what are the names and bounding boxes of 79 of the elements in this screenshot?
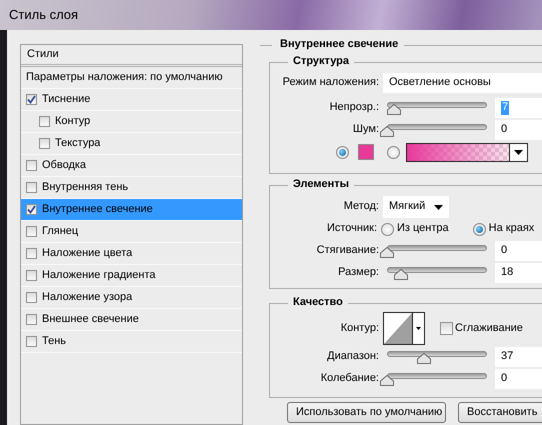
radio-option[interactable]: На краях (472, 222, 534, 236)
field-label: Метод: (342, 200, 380, 214)
window-title: Стиль слоя (9, 7, 78, 23)
section-title: Внутреннее свечение (279, 38, 400, 52)
item-label: Наложение градиента (42, 268, 156, 282)
list-item-row[interactable]: Наложение градиента (21, 265, 242, 287)
contour-picker[interactable] (383, 312, 425, 345)
radio-button[interactable] (336, 146, 349, 158)
list-item-row[interactable]: Наложение цвета (21, 243, 242, 265)
field-label: Шум: (352, 123, 380, 137)
checkbox[interactable] (39, 116, 50, 127)
item-label: Контур (55, 114, 90, 128)
gradient-picker[interactable] (406, 142, 528, 162)
item-label: Внешнее свечение (42, 312, 139, 326)
dialog-button[interactable]: Восстановить (458, 402, 542, 423)
checkbox[interactable] (26, 248, 37, 259)
caret-icon[interactable] (416, 327, 421, 330)
slider-thumb[interactable] (394, 269, 408, 280)
field-label: Режим наложения: (282, 76, 380, 90)
checkbox-option[interactable]: Сглаживание (440, 322, 523, 336)
dropdown-value: Мягкий (389, 200, 426, 214)
field-label: Диапазон: (326, 350, 380, 364)
item-label: Наложение узора (42, 290, 132, 304)
checkbox[interactable] (26, 292, 37, 303)
checkbox[interactable] (26, 314, 37, 325)
item-label: Тиснение (42, 92, 90, 106)
number-field[interactable]: 37 (495, 347, 542, 367)
list-item-row[interactable]: Тиснение (21, 89, 242, 111)
caret-icon (434, 204, 443, 210)
list-item-row[interactable]: Внутреннее свечение (21, 199, 242, 221)
blend-mode-field[interactable]: Осветление основы (383, 73, 542, 93)
group-title: Структура (288, 55, 354, 68)
checkbox[interactable] (26, 270, 37, 281)
method-dropdown[interactable]: Мягкий (383, 196, 449, 218)
number-field[interactable]: 18 (495, 263, 542, 283)
list-item-row[interactable]: Тень (21, 331, 242, 353)
item-label: Текстура (55, 136, 100, 150)
field-label: Источник: (326, 222, 378, 236)
panel-header: Стили (27, 48, 59, 62)
color-swatch[interactable] (358, 144, 374, 160)
slider-thumb[interactable] (380, 126, 394, 137)
list-item[interactable]: Параметры наложения: по умолчанию (26, 70, 223, 84)
list-item-row[interactable]: Контур (21, 111, 242, 133)
checkbox[interactable] (26, 160, 37, 171)
number-field[interactable]: 0 (495, 369, 542, 389)
list-item-row[interactable]: Наложение узора (21, 287, 242, 309)
item-label: Глянец (42, 224, 78, 238)
dropdown-icon[interactable] (514, 150, 523, 154)
field-label: Колебание: (320, 372, 380, 386)
radio-option[interactable]: Из центра (381, 222, 449, 236)
item-label: Обводка (42, 158, 86, 172)
radio-button[interactable] (472, 222, 486, 236)
checkbox[interactable] (26, 226, 37, 237)
number-field[interactable]: 0 (495, 241, 542, 261)
slider-thumb[interactable] (380, 247, 394, 258)
checkbox[interactable] (26, 182, 37, 193)
item-label: Тень (42, 334, 66, 348)
slider-thumb[interactable] (387, 104, 401, 115)
field-label: Непрозр.: (328, 101, 380, 115)
list-item-row[interactable]: Текстура (21, 133, 242, 155)
field-label: Контур: (340, 322, 380, 336)
checkbox[interactable] (26, 94, 37, 105)
checkbox[interactable] (39, 138, 50, 149)
item-label: Внутреннее свечение (42, 202, 153, 216)
item-label: Внутренняя тень (42, 180, 128, 194)
item-label: Наложение цвета (42, 246, 132, 260)
radio-button[interactable] (381, 222, 394, 236)
list-item-row[interactable]: Обводка (21, 155, 242, 177)
list-item-row[interactable]: Внешнее свечение (21, 309, 242, 331)
dialog-button[interactable]: Использовать по умолчанию (287, 402, 446, 423)
number-field[interactable]: 0 (495, 120, 542, 140)
slider-thumb[interactable] (380, 375, 394, 386)
checkbox[interactable] (26, 204, 37, 215)
checkbox[interactable] (26, 336, 37, 347)
field-label: Стягивание: (316, 244, 380, 258)
list-item-row[interactable]: Глянец (21, 221, 242, 243)
field-label: Размер: (337, 266, 380, 280)
slider-thumb[interactable] (417, 353, 431, 364)
radio-button[interactable] (387, 146, 400, 158)
